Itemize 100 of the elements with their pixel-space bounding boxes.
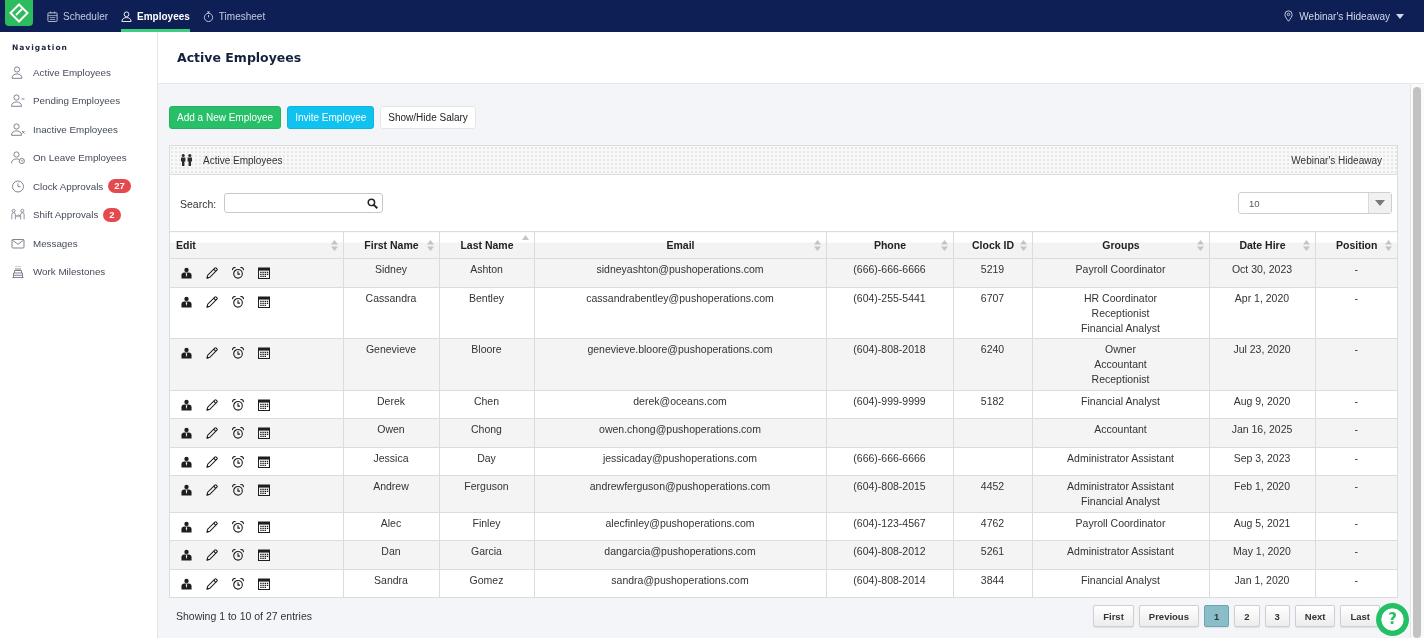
table-cell: (604)-999-9999 [826,390,953,419]
calendar-icon[interactable] [258,347,270,359]
column-header[interactable]: Edit [170,231,343,259]
cake-icon [11,265,25,279]
calendar-icon[interactable] [258,398,270,411]
alarm-clock-icon[interactable] [232,520,244,533]
sidebar-item[interactable]: On Leave Employees [0,143,157,172]
pagination-button[interactable]: First [1093,605,1134,627]
column-header[interactable]: Clock ID [953,231,1032,259]
alarm-clock-icon[interactable] [232,577,244,590]
pencil-icon[interactable] [206,577,218,590]
table-cell: Alec [343,512,439,541]
pencil-icon[interactable] [206,455,218,468]
table-cell: 4762 [953,512,1032,541]
sidebar-item[interactable]: Shift Approvals 2 [0,200,157,229]
pagination-button[interactable]: 2 [1234,605,1260,627]
pencil-icon[interactable] [206,347,218,359]
calendar-icon[interactable] [258,520,270,533]
person-icon[interactable] [181,484,192,496]
page-length-select[interactable]: 10 [1238,192,1392,214]
person-icon[interactable] [181,347,192,359]
table-cell: - [1315,569,1397,597]
column-header[interactable]: Phone [826,231,953,259]
table-cell: (604)-808-2012 [826,540,953,569]
envelope-icon [11,236,25,250]
table-cell: Administrator Assistant Financial Analyst [1032,475,1209,512]
sidebar-item[interactable]: Pending Employees [0,86,157,115]
column-header[interactable]: Position [1315,231,1397,259]
column-header[interactable]: Last Name [439,231,534,259]
sidebar-item[interactable]: Active Employees [0,58,157,87]
sidebar-item[interactable]: Clock Approvals 27 [0,172,157,201]
column-header[interactable]: Date Hire [1209,231,1315,259]
search-icon [367,197,379,209]
alarm-clock-icon[interactable] [232,455,244,468]
pencil-icon[interactable] [206,484,218,496]
sidebar-item[interactable]: Work Milestones [0,257,157,286]
person-icon[interactable] [181,455,192,468]
calendar-icon[interactable] [258,267,270,279]
alarm-clock-icon[interactable] [232,427,244,439]
pagination-button[interactable]: Previous [1138,605,1199,627]
calendar-icon[interactable] [258,455,270,468]
table-cell: Sandra [343,569,439,597]
alarm-clock-icon[interactable] [232,484,244,496]
table-cell: Owner Accountant Receptionist [1032,338,1209,390]
calendar-icon[interactable] [258,295,270,308]
pencil-icon[interactable] [206,267,218,279]
pagination-button[interactable]: Next [1294,605,1336,627]
search-field[interactable] [224,193,384,213]
table-cell: Cassandra [343,287,439,339]
alarm-clock-icon[interactable] [232,267,244,279]
column-header[interactable]: First Name [343,231,439,259]
nav-tab[interactable]: Scheduler [47,0,109,32]
pagination-button[interactable]: 1 [1203,605,1230,627]
person-icon[interactable] [181,520,192,533]
pencil-icon[interactable] [206,549,218,561]
column-header[interactable]: Groups [1032,231,1209,259]
person-clock-icon [11,151,25,165]
pencil-icon[interactable] [206,520,218,533]
calendar-icon[interactable] [258,577,270,590]
calendar-icon[interactable] [258,484,270,496]
alarm-clock-icon[interactable] [232,398,244,411]
nav-tab[interactable]: Timesheet [202,0,266,32]
table-cell: alecfinley@pushoperations.com [534,512,826,541]
person-icon[interactable] [181,577,192,590]
person-icon[interactable] [181,398,192,411]
alarm-clock-icon[interactable] [232,347,244,359]
logo-icon[interactable] [5,0,33,27]
alarm-clock-icon[interactable] [232,549,244,561]
pencil-icon[interactable] [206,427,218,439]
count-badge: 2 [103,207,121,222]
table-cell: 5182 [953,390,1032,419]
location-dropdown[interactable]: Webinar's Hideaway [1284,0,1404,32]
pagination-button[interactable]: 3 [1264,605,1290,627]
calendar-icon[interactable] [258,549,270,561]
table-cell: - [1315,447,1397,476]
table-cell: Gomez [439,569,534,597]
action-button[interactable]: Show/Hide Salary [380,106,476,129]
column-header[interactable]: Email [534,231,826,259]
table-cell: derek@oceans.com [534,390,826,419]
alarm-clock-icon[interactable] [232,295,244,308]
pencil-icon[interactable] [206,398,218,411]
table-cell: Jessica [343,447,439,476]
person-icon[interactable] [181,267,192,279]
table-cell: May 1, 2020 [1209,540,1315,569]
table-cell: Bentley [439,287,534,339]
pagination-button[interactable]: Last [1340,605,1380,627]
sidebar-item[interactable]: Inactive Employees [0,115,157,144]
person-icon[interactable] [181,295,192,308]
caret-icon [1396,13,1404,19]
table-cell: 6240 [953,338,1032,390]
table-cell: Accountant [1032,418,1209,447]
table-cell: - [1315,512,1397,541]
table-cell: Jan 1, 2020 [1209,569,1315,597]
pencil-icon[interactable] [206,295,218,308]
panel-title: Active Employees [203,154,283,166]
calendar-icon[interactable] [258,427,270,439]
person-icon[interactable] [181,549,192,561]
person-icon[interactable] [181,427,192,439]
sidebar-item[interactable]: Messages [0,229,157,258]
table-cell: 3844 [953,569,1032,597]
